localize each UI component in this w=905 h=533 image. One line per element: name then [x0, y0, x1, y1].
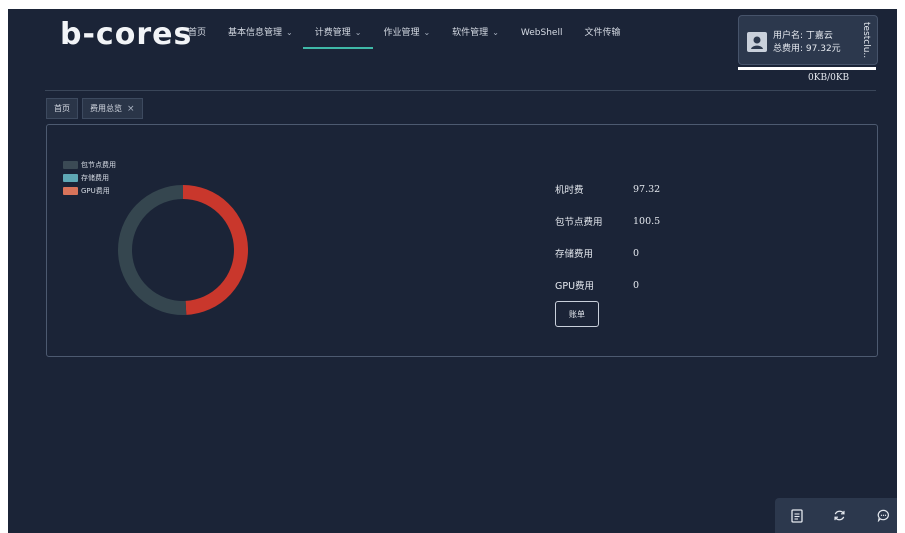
stat-label: 机时费	[555, 185, 584, 196]
legend-label: 存储费用	[81, 174, 109, 182]
stat-row: 包节点费用 100.5	[555, 205, 660, 237]
nav-label: 首页	[188, 28, 207, 38]
stat-value: 0	[633, 247, 640, 259]
nav-label: 基本信息管理	[228, 28, 283, 38]
user-card[interactable]: 用户名: 丁嘉云 总费用: 97.32元 testclu...	[738, 15, 878, 65]
legend-item[interactable]: 包节点费用	[63, 160, 116, 170]
nav-basic-info[interactable]: 基本信息管理 ⌄	[228, 27, 293, 49]
chevron-down-icon: ⌄	[286, 28, 293, 37]
stat-label: 存储费用	[555, 249, 594, 260]
stat-row: 机时费 97.32	[555, 173, 660, 205]
stat-value: 100.5	[633, 215, 661, 227]
cost-stats: 机时费 97.32 包节点费用 100.5 存储费用 0 GPU费用 0	[555, 173, 660, 301]
avatar-icon	[747, 32, 767, 52]
donut-slice[interactable]	[118, 185, 187, 315]
tab-label: 费用总览	[90, 104, 122, 113]
bill-button[interactable]: 账单	[555, 301, 599, 327]
chat-icon[interactable]	[875, 508, 891, 524]
stat-row: GPU费用 0	[555, 269, 660, 301]
app-window: b-cores 首页 基本信息管理 ⌄ 计费管理 ⌄ 作业管理 ⌄ 软件管理 ⌄ Web…	[8, 9, 897, 533]
tab-home[interactable]: 首页	[46, 98, 78, 119]
nav-file-transfer[interactable]: 文件传输	[584, 27, 620, 49]
nav-label: 计费管理	[314, 28, 351, 38]
nav-home[interactable]: 首页	[188, 27, 206, 49]
stat-value: 0	[633, 279, 640, 291]
nav-label: 作业管理	[383, 28, 420, 38]
tab-label: 首页	[54, 104, 70, 113]
nav-webshell[interactable]: WebShell	[521, 27, 563, 49]
traffic-bar	[738, 67, 876, 70]
chart-legend: 包节点费用 存储费用 GPU费用	[63, 160, 116, 199]
legend-swatch	[63, 174, 78, 182]
traffic-text: 0KB/0KB	[808, 73, 850, 83]
refresh-icon[interactable]	[832, 508, 848, 524]
stat-value: 97.32	[633, 183, 661, 195]
chevron-down-icon: ⌄	[354, 28, 362, 37]
chevron-down-icon: ⌄	[423, 28, 431, 37]
total-cost: 97.32元	[805, 44, 841, 54]
floating-toolbar	[775, 498, 897, 533]
nav-billing[interactable]: 计费管理 ⌄	[302, 27, 374, 49]
document-icon[interactable]	[789, 508, 805, 524]
cost-donut-chart	[118, 185, 248, 315]
legend-swatch	[63, 161, 78, 169]
total-cost-label: 总费用:	[773, 44, 804, 54]
user-info: 用户名: 丁嘉云 总费用: 97.32元	[773, 30, 841, 56]
donut-slice[interactable]	[182, 185, 248, 315]
cluster-name: testclu...	[861, 22, 871, 58]
page-tabs: 首页 费用总览 ×	[46, 98, 147, 119]
username-label: 用户名:	[773, 31, 804, 41]
legend-swatch	[63, 187, 78, 195]
legend-label: GPU费用	[81, 187, 110, 195]
cost-panel: 包节点费用 存储费用 GPU费用 机时费 97.32 包节点费用 100.5 存储费…	[46, 124, 878, 357]
tab-cost-overview[interactable]: 费用总览 ×	[82, 98, 143, 119]
stat-label: 包节点费用	[555, 217, 603, 228]
legend-item[interactable]: 存储费用	[63, 173, 116, 183]
header-divider	[45, 90, 876, 91]
nav-label: 软件管理	[452, 28, 489, 38]
nav-label: 文件传输	[584, 28, 621, 38]
nav-label: WebShell	[520, 28, 563, 38]
nav-software[interactable]: 软件管理 ⌄	[452, 27, 499, 49]
legend-label: 包节点费用	[81, 161, 116, 169]
legend-item[interactable]: GPU费用	[63, 186, 116, 196]
logo: b-cores	[60, 17, 193, 52]
username: 丁嘉云	[805, 31, 833, 41]
stat-label: GPU费用	[555, 281, 595, 292]
main-nav: 首页 基本信息管理 ⌄ 计费管理 ⌄ 作业管理 ⌄ 软件管理 ⌄ WebShell 文件…	[188, 27, 642, 51]
close-icon[interactable]: ×	[127, 104, 135, 114]
nav-jobs[interactable]: 作业管理 ⌄	[383, 27, 430, 49]
chevron-down-icon: ⌄	[492, 28, 499, 37]
stat-row: 存储费用 0	[555, 237, 660, 269]
